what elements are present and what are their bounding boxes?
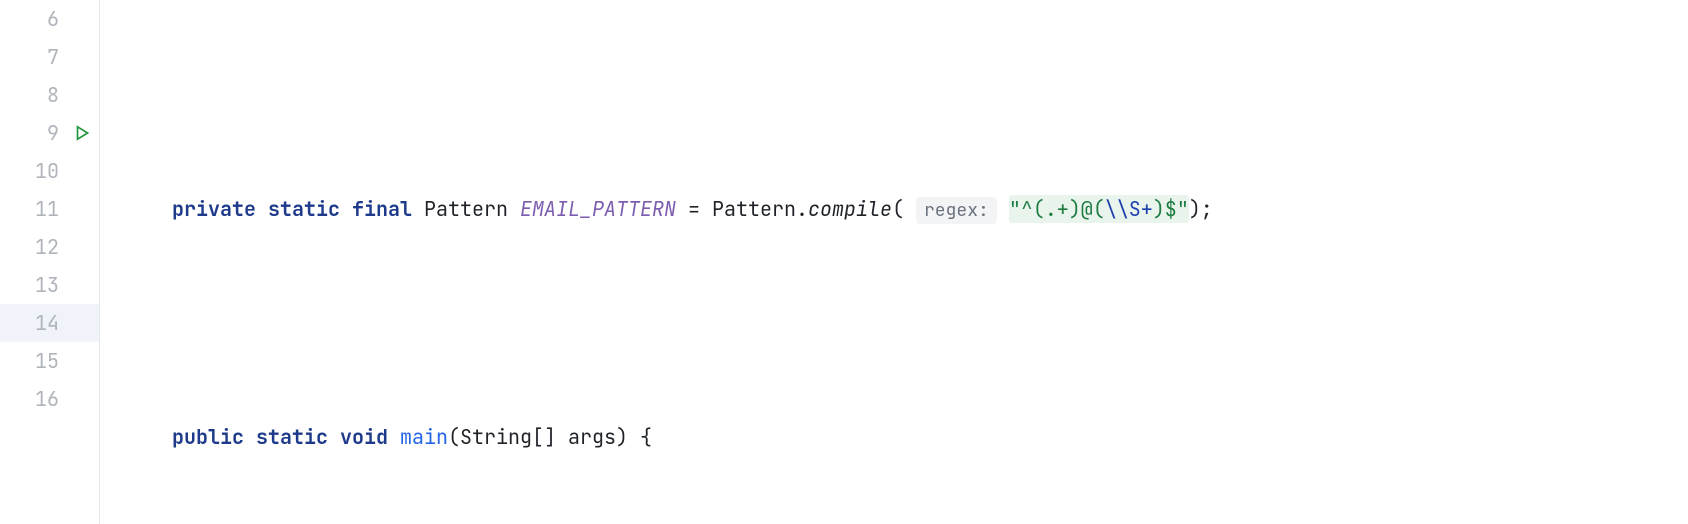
line-number: 6 (0, 0, 99, 38)
line-number: 16 (0, 380, 99, 418)
line-number: 8 (0, 76, 99, 114)
line-number: 11 (0, 190, 99, 228)
code-line-7: private static final Pattern EMAIL_PATTE… (124, 190, 1688, 228)
line-number: 13 (0, 266, 99, 304)
line-number[interactable]: 9 (0, 114, 99, 152)
line-number: 10 (0, 152, 99, 190)
line-number: 12 (0, 228, 99, 266)
code-line-8 (124, 304, 1688, 342)
code-content[interactable]: private static final Pattern EMAIL_PATTE… (100, 0, 1688, 524)
parameter-hint: regex: (916, 197, 997, 224)
code-line-9: public static void main(String[] args) { (124, 418, 1688, 456)
line-number: 15 (0, 342, 99, 380)
code-line-6 (124, 76, 1688, 114)
run-icon[interactable] (73, 124, 91, 142)
line-number: 7 (0, 38, 99, 76)
code-editor[interactable]: 6 7 8 9 10 11 12 13 14 15 16 private sta… (0, 0, 1688, 524)
line-gutter: 6 7 8 9 10 11 12 13 14 15 16 (0, 0, 100, 524)
line-number-current: 14 (0, 304, 99, 342)
